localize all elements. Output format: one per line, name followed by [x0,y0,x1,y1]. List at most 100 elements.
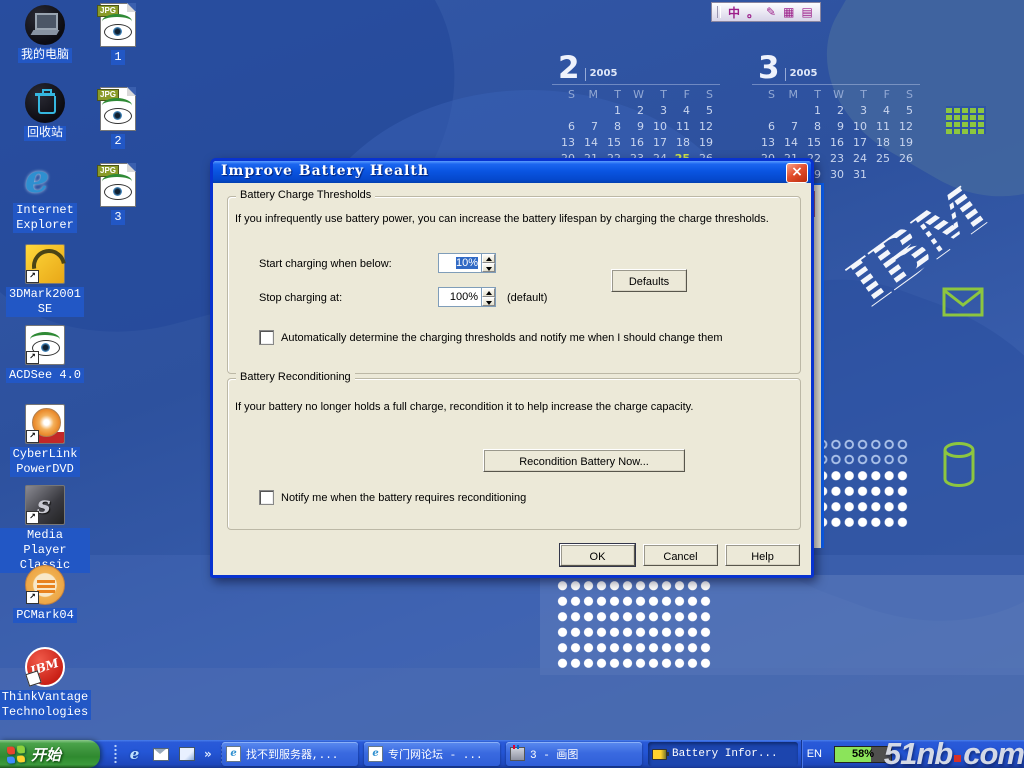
spin-up-button[interactable] [482,254,495,263]
cancel-button[interactable]: Cancel [643,544,718,566]
icon-label: ACDSee 4.0 [6,368,84,383]
auto-thresholds-label: Automatically determine the charging thr… [281,332,722,344]
jpg-file-icon: JPG [100,87,136,131]
auto-thresholds-checkbox[interactable] [259,330,274,345]
battery-icon [652,747,667,762]
shortcut-arrow-icon [26,351,39,364]
icon-label: CyberLink PowerDVD [10,447,81,477]
notify-reconditioning-label: Notify me when the battery requires reco… [281,492,526,504]
desktop-icon-thinkvantage[interactable]: IBM ThinkVantage Technologies [0,647,90,720]
quick-launch-show-desktop-icon[interactable] [178,746,195,763]
task-button-forum[interactable]: e 专门网论坛 - ... [364,742,500,766]
desktop-icon-media-player-classic[interactable]: s Media Player Classic [0,485,90,573]
calendar-month: 3 [758,56,780,81]
dialog-title: Improve Battery Health [213,161,429,179]
desktop-icon-acdsee[interactable]: ACDSee 4.0 [0,325,90,383]
close-button[interactable]: × [786,163,808,183]
pcmark04-icon [25,565,65,605]
3dmark-icon [25,244,65,284]
jpg-file-icon: JPG [100,3,136,47]
icon-label: 3 [111,210,124,225]
default-note: (default) [507,292,547,304]
taskbar: 开始 e » e 找不到服务器,... e 专门网论坛 - ... 3 - 画图 [0,740,1024,768]
start-label: 开始 [31,744,61,765]
desktop-icon-jpg-2[interactable]: JPG 2 [73,87,163,149]
icon-label: 3DMark2001 SE [6,287,84,317]
powerdvd-icon [25,404,65,444]
battery-reconditioning-group: Battery Reconditioning If your battery n… [227,378,801,530]
desktop-icon-jpg-3[interactable]: JPG 3 [73,163,163,225]
shortcut-arrow-icon [26,430,39,443]
jpg-file-icon: JPG [100,163,136,207]
shortcut-arrow-icon [26,511,39,524]
my-computer-icon [25,5,65,45]
calendar-header: 3 2005 [752,56,920,85]
task-button-server-not-found[interactable]: e 找不到服务器,... [222,742,358,766]
toolbar-grip[interactable] [114,744,117,764]
recycle-bin-icon [25,83,65,123]
spreadsheet-grid-icon [946,106,986,134]
icon-label: 我的电脑 [18,48,72,63]
acdsee-icon [25,325,65,365]
thinkvantage-ibm-icon: IBM [25,647,65,687]
quick-launch-mail-icon[interactable] [152,746,169,763]
ime-grip[interactable] [717,6,721,18]
ime-menu-icon[interactable]: ▤ [801,5,812,19]
start-threshold-spinner: 10% [438,253,496,273]
calendar-month: 2 [558,56,580,81]
task-button-paint[interactable]: 3 - 画图 [506,742,642,766]
task-button-battery-information[interactable]: Battery Infor... [648,742,798,766]
language-indicator[interactable]: EN [803,746,826,762]
quick-launch-ie-icon[interactable]: e [126,746,143,763]
desktop-icon-3dmark2001[interactable]: 3DMark2001 SE [0,244,90,317]
calendar-header: 2 2005 [552,56,720,85]
51nb-watermark: 51nbcom [884,736,1024,768]
database-cylinder-icon [938,440,982,490]
dialog-body: Battery Charge Thresholds If you infrequ… [213,183,811,575]
ok-button[interactable]: OK [560,544,635,566]
ime-keyboard-icon[interactable]: ▦ [783,5,794,19]
icon-label: 1 [111,50,124,65]
ime-mode-icon[interactable]: 中 [728,4,740,21]
help-button[interactable]: Help [725,544,800,566]
defaults-button[interactable]: Defaults [611,269,687,292]
desktop-icon-powerdvd[interactable]: CyberLink PowerDVD [0,404,90,477]
spin-down-button[interactable] [482,297,495,306]
start-charging-label: Start charging when below: [259,258,392,270]
watermark-dot [954,755,961,762]
stop-threshold-input[interactable]: 100% [438,287,481,307]
group-title: Battery Reconditioning [236,371,355,383]
internet-explorer-icon: e [25,160,65,200]
dialog-titlebar[interactable]: Improve Battery Health × [213,161,811,183]
desktop-icon-pcmark04[interactable]: PCMark04 [0,565,90,623]
reconditioning-description: If your battery no longer holds a full c… [235,401,793,413]
dot-pattern [556,578,713,671]
dot-ring-pattern [816,437,909,468]
stop-threshold-spinner: 100% [438,287,496,307]
desktop-icon-jpg-1[interactable]: JPG 1 [73,3,163,65]
calendar-year: 2005 [785,68,818,81]
improve-battery-health-dialog: Improve Battery Health × Battery Charge … [210,158,814,578]
group-title: Battery Charge Thresholds [236,189,375,201]
calendar-year: 2005 [585,68,618,81]
start-button[interactable]: 开始 [0,740,100,768]
icon-label: 2 [111,134,124,149]
start-threshold-input[interactable]: 10% [438,253,481,273]
ime-pen-icon[interactable]: ✎ [766,5,776,19]
windows-logo-icon [7,745,25,764]
icon-label: PCMark04 [13,608,77,623]
auto-thresholds-row: Automatically determine the charging thr… [259,330,722,345]
quick-launch: e » [104,740,224,768]
notify-reconditioning-checkbox[interactable] [259,490,274,505]
battery-charge-thresholds-group: Battery Charge Thresholds If you infrequ… [227,196,801,374]
icon-label: ThinkVantage Technologies [0,690,91,720]
spin-down-button[interactable] [482,263,495,272]
icon-label: 回收站 [24,126,66,141]
icon-label: Internet Explorer [13,203,77,233]
spin-up-button[interactable] [482,288,495,297]
recondition-battery-button[interactable]: Recondition Battery Now... [483,449,685,472]
quick-launch-overflow-chevron[interactable]: » [204,747,212,761]
ime-language-bar[interactable]: 中 。 ✎ ▦ ▤ [711,2,821,22]
ie-page-icon: e [368,747,383,762]
ime-punctuation-icon[interactable]: 。 [747,4,759,21]
